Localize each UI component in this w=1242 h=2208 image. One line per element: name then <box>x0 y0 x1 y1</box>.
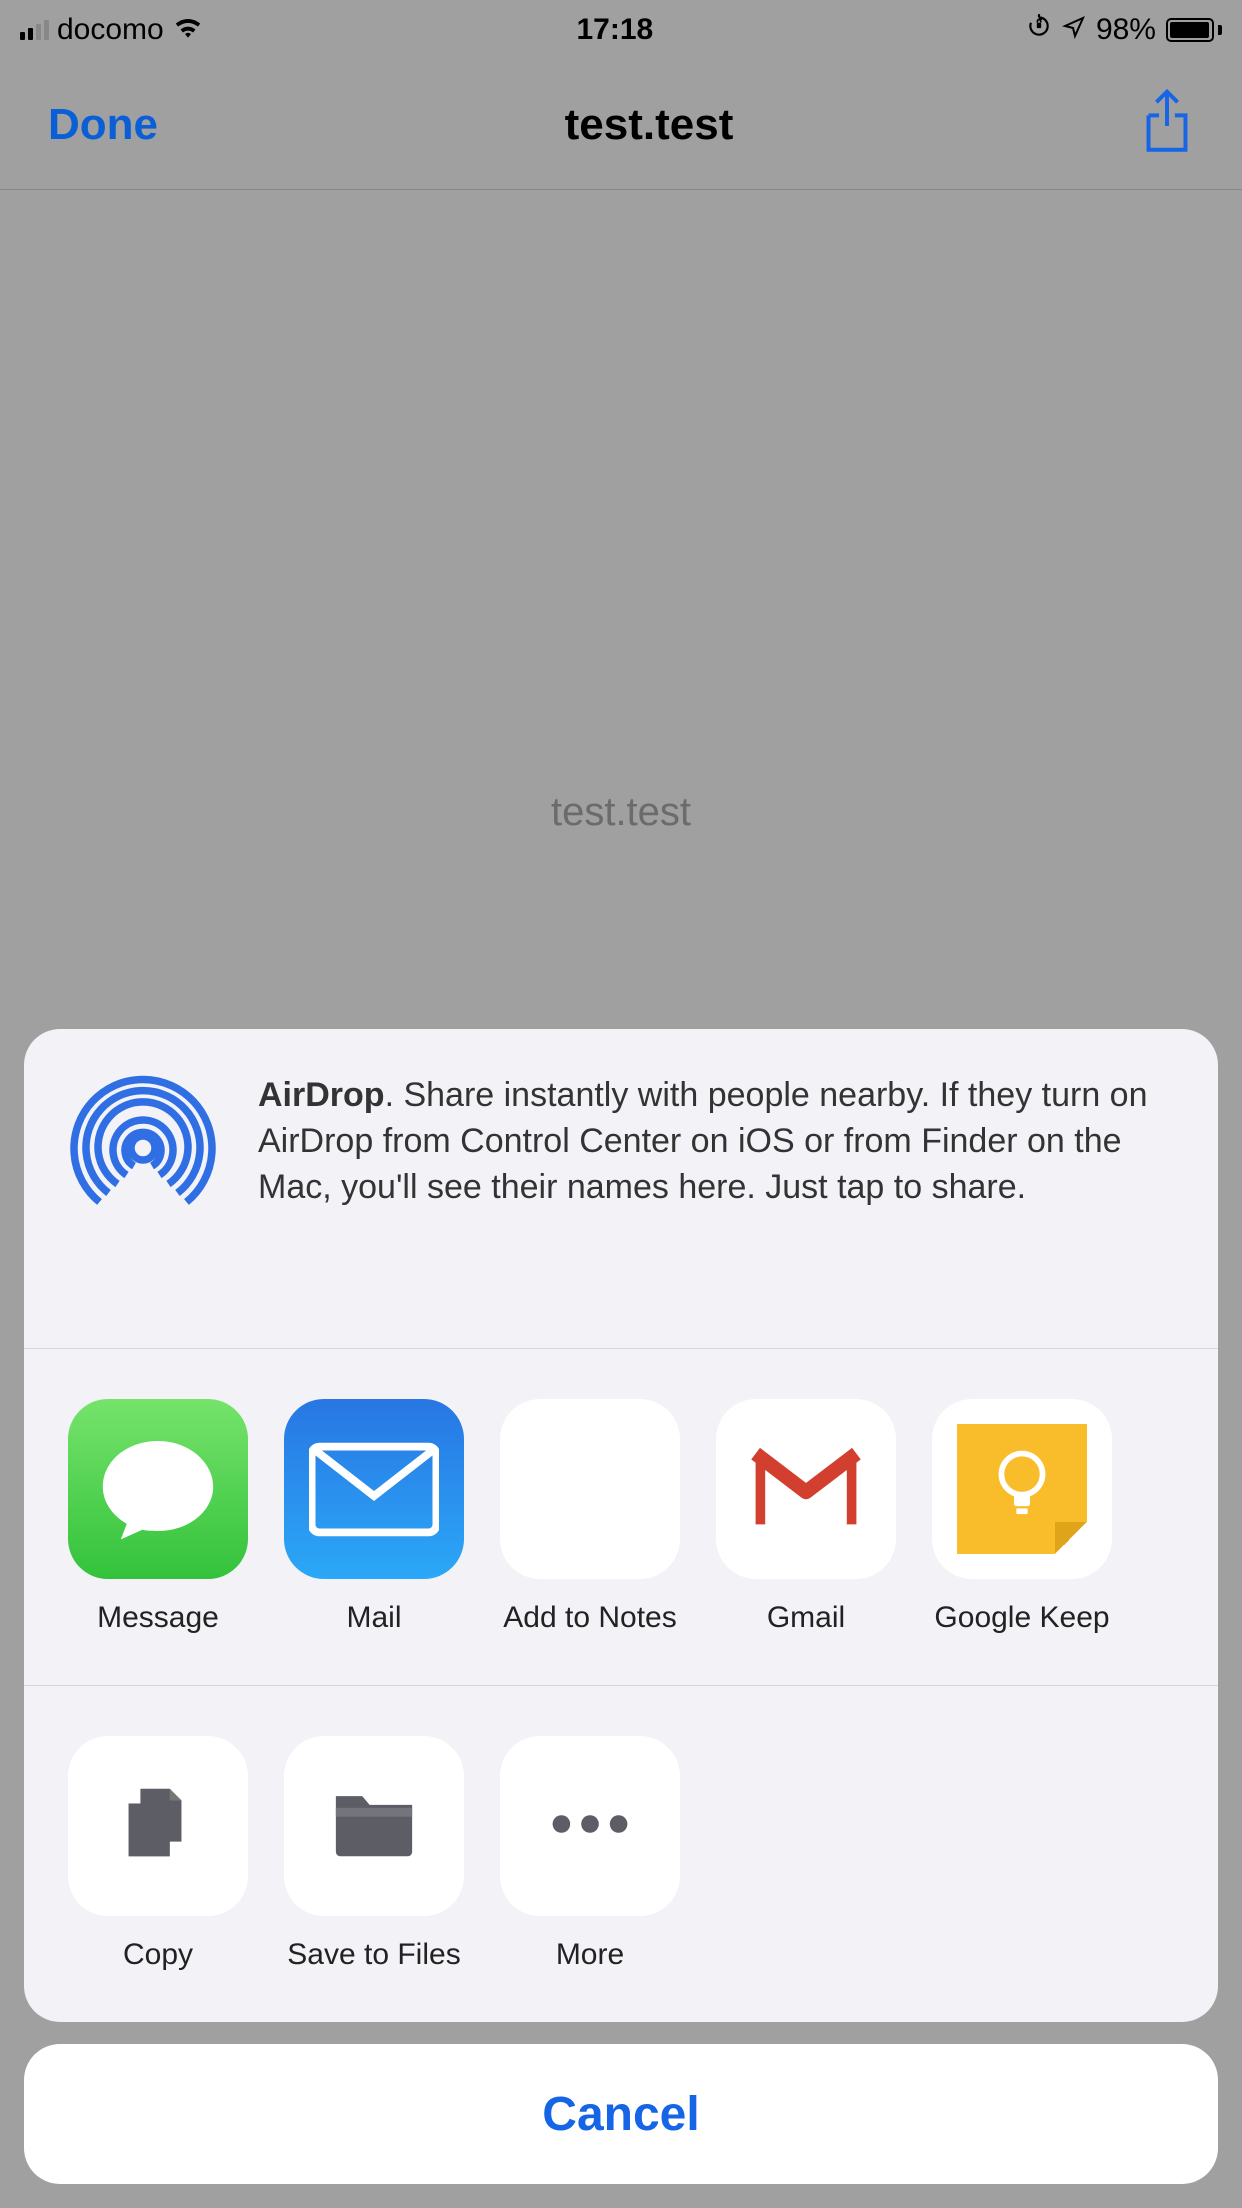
share-app-message[interactable]: Message <box>68 1399 248 1635</box>
share-sheet: AirDrop. Share instantly with people nea… <box>24 1029 1218 2022</box>
airdrop-title: AirDrop <box>258 1076 385 1114</box>
messages-icon <box>68 1399 248 1579</box>
share-app-label: Add to Notes <box>503 1601 676 1635</box>
action-label: Copy <box>123 1938 193 1972</box>
share-app-label: Mail <box>346 1601 401 1635</box>
share-app-gmail[interactable]: Gmail <box>716 1399 896 1635</box>
action-label: More <box>556 1938 624 1972</box>
mail-icon <box>284 1399 464 1579</box>
action-more[interactable]: More <box>500 1736 680 1972</box>
share-apps-row[interactable]: Message Mail Add to Notes <box>24 1349 1218 1686</box>
action-copy[interactable]: Copy <box>68 1736 248 1972</box>
share-app-label: Message <box>97 1601 219 1635</box>
copy-icon <box>68 1736 248 1916</box>
airdrop-section[interactable]: AirDrop. Share instantly with people nea… <box>24 1029 1218 1349</box>
airdrop-body: . Share instantly with people nearby. If… <box>258 1076 1148 1206</box>
more-icon <box>500 1736 680 1916</box>
notes-icon <box>500 1399 680 1579</box>
share-app-notes[interactable]: Add to Notes <box>500 1399 680 1635</box>
share-app-mail[interactable]: Mail <box>284 1399 464 1635</box>
gmail-icon <box>716 1399 896 1579</box>
share-actions-row[interactable]: Copy Save to Files More <box>24 1686 1218 2022</box>
action-label: Save to Files <box>287 1938 460 1972</box>
share-app-keep[interactable]: Google Keep <box>932 1399 1112 1635</box>
action-save-files[interactable]: Save to Files <box>284 1736 464 1972</box>
share-app-label: Google Keep <box>934 1601 1109 1635</box>
share-app-label: Gmail <box>767 1601 845 1635</box>
airdrop-description: AirDrop. Share instantly with people nea… <box>258 1073 1174 1228</box>
google-keep-icon <box>932 1399 1112 1579</box>
share-sheet-overlay: AirDrop. Share instantly with people nea… <box>0 0 1242 2208</box>
folder-icon <box>284 1736 464 1916</box>
cancel-label: Cancel <box>542 2087 699 2142</box>
cancel-button[interactable]: Cancel <box>24 2044 1218 2184</box>
airdrop-icon <box>68 1073 218 1228</box>
